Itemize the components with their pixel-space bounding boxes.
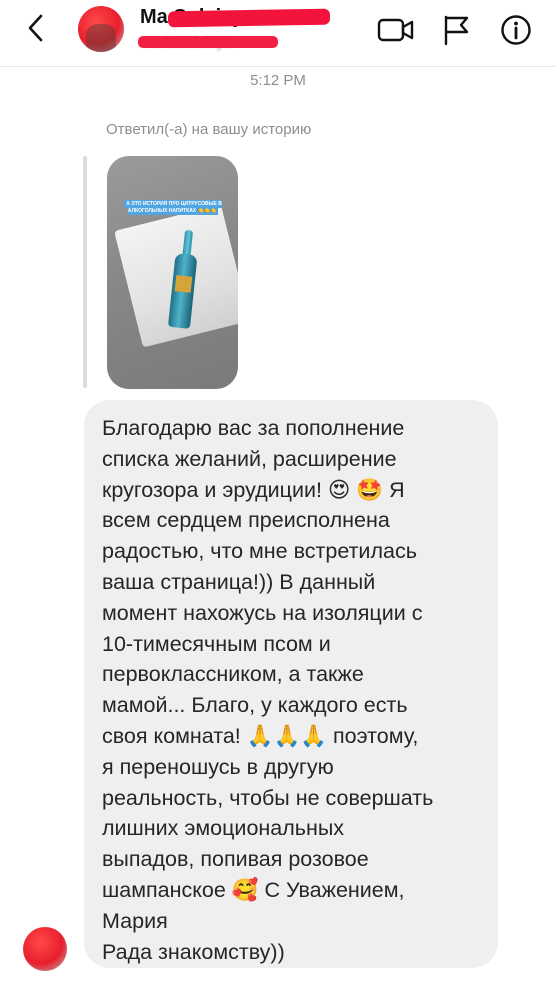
- message-line: я переношусь в другую: [102, 754, 334, 779]
- story-reply-bar: [83, 156, 87, 388]
- back-button[interactable]: [18, 10, 54, 46]
- contact-avatar[interactable]: [78, 6, 124, 52]
- message-line: момент нахожусь на изоляции с: [102, 600, 423, 625]
- message-line: мамой... Благо, у каждого есть: [102, 693, 408, 718]
- message-line: Мария: [102, 908, 168, 933]
- message-line: реальность, чтобы не совершать: [102, 785, 434, 810]
- video-call-button[interactable]: [376, 10, 416, 50]
- story-reply-caption: Ответил(-а) на вашу историю: [106, 121, 312, 138]
- chevron-left-icon: [28, 14, 43, 42]
- bottle-label: [174, 275, 193, 293]
- info-icon: [501, 15, 531, 45]
- sender-avatar[interactable]: [23, 927, 67, 971]
- message-line: всем сердцем преисполнена: [102, 508, 390, 533]
- story-caption-text: А ЭТО ИСТОРИЯ ПРО ЦИТРУСОВЫЕ В АЛКОГОЛЬН…: [124, 200, 222, 215]
- message-line: Благодарю вас за пополнение: [102, 416, 405, 440]
- message-line: шампанское 🥰 С Уважением,: [102, 877, 405, 902]
- username-redaction: [138, 36, 278, 48]
- message-timestamp: 5:12 PM: [250, 72, 306, 89]
- message-line: лишних эмоциональных: [102, 816, 345, 841]
- message-line: Рада знакомству)): [102, 939, 285, 964]
- message-line: своя комната! 🙏🙏🙏 поэтому,: [102, 723, 419, 748]
- name-redaction: [167, 8, 331, 28]
- chat-header: Ma Solaiaya mariasolaiaya: [0, 0, 556, 67]
- flag-icon: [444, 15, 469, 46]
- info-button[interactable]: [496, 10, 536, 50]
- message-line: первоклассником, а также: [102, 662, 364, 687]
- message-text: Благодарю вас за пополнение списка желан…: [102, 413, 482, 967]
- message-line: 10-тимесячным псом и: [102, 631, 331, 656]
- bottle-neck: [182, 229, 194, 257]
- video-camera-icon: [377, 18, 414, 42]
- story-caption: А ЭТО ИСТОРИЯ ПРО ЦИТРУСОВЫЕ В АЛКОГОЛЬН…: [117, 200, 229, 215]
- message-line: радостью, что мне встретилась: [102, 539, 417, 564]
- message-line: выпадов, попивая розовое: [102, 847, 369, 872]
- message-line: ваша страница!)) В данный: [102, 569, 376, 594]
- message-line: списка желаний, расширение: [102, 446, 397, 471]
- story-thumbnail[interactable]: А ЭТО ИСТОРИЯ ПРО ЦИТРУСОВЫЕ В АЛКОГОЛЬН…: [107, 156, 238, 389]
- message-line: кругозора и эрудиции! 😍 🤩 Я: [102, 477, 405, 502]
- report-button[interactable]: [436, 10, 476, 50]
